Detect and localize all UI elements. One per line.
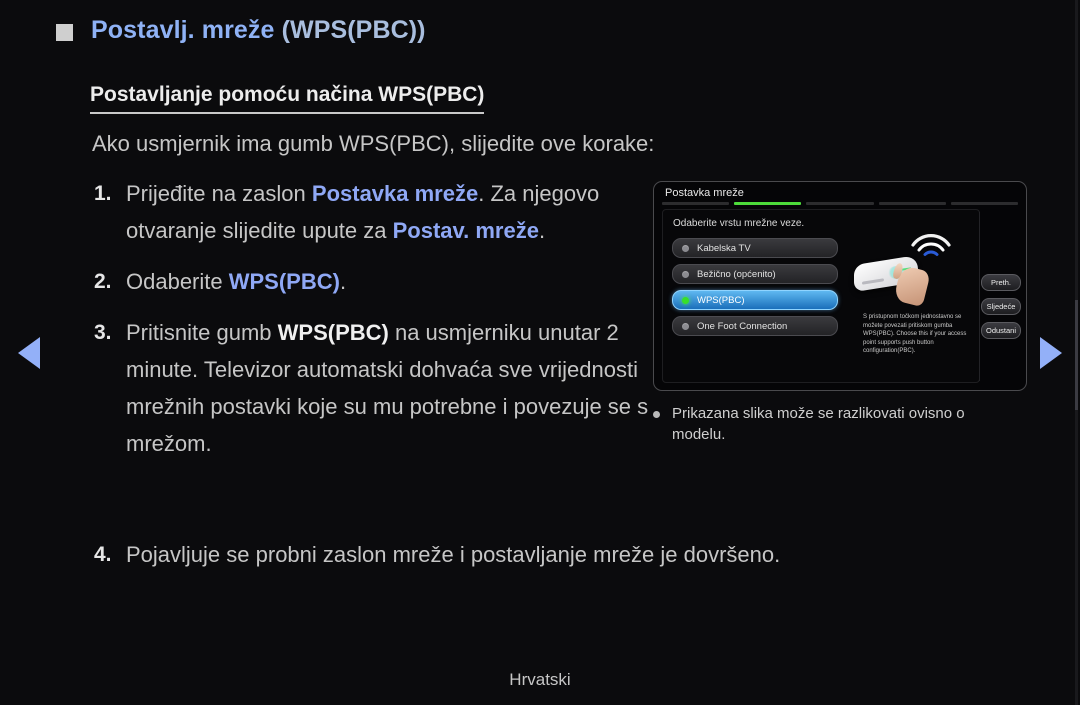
tv-menu-item-2[interactable]: Bežično (općenito) <box>672 264 838 284</box>
step-text: Odaberite WPS(PBC). <box>126 269 347 294</box>
tv-menu-item-label: WPS(PBC) <box>697 294 745 306</box>
step-text: Pritisnite gumb WPS(PBC) na usmjerniku u… <box>126 320 649 456</box>
step-item-3: 3. Pritisnite gumb WPS(PBC) na usmjerniku… <box>94 314 654 462</box>
tv-button-2[interactable]: Sljedeće <box>981 298 1021 315</box>
step-item-4: 4. Pojavljuje se probni zaslon mreže i p… <box>94 538 994 572</box>
triangle-left-icon[interactable] <box>18 337 40 369</box>
step-number: 2. <box>94 270 112 293</box>
tv-panel-title: Postavka mreže <box>665 187 744 199</box>
tv-description-text: S pristupnom točkom jednostavno se možet… <box>863 314 967 354</box>
caption-bullet-icon <box>653 411 660 418</box>
step-item-1: 1. Prijeđite na zaslon Postavka mreže. Za… <box>94 175 654 249</box>
tv-progress-tabbar <box>662 202 1019 205</box>
page-title-paren: (WPS(PBC)) <box>281 16 426 44</box>
footer-language-label: Hrvatski <box>509 670 571 689</box>
page-title: Postavlj. mreže (WPS(PBC)) <box>91 16 426 45</box>
page-title-main: Postavlj. mreže <box>91 16 282 44</box>
radio-unselected-icon <box>682 270 689 278</box>
radio-unselected-icon <box>682 322 689 330</box>
scrollbar-thumb[interactable] <box>1075 300 1078 410</box>
tv-tab-segment-4 <box>878 202 946 205</box>
tv-tab-segment-3 <box>806 202 874 205</box>
tv-content-area: Odaberite vrstu mrežne veze. Kabelska TV… <box>662 209 980 383</box>
tv-prompt-text: Odaberite vrstu mrežne veze. <box>673 218 805 229</box>
tv-screenshot-panel: Postavka mreže Odaberite vrstu mrežne ve… <box>653 181 1027 391</box>
tv-menu-item-label: Kabelska TV <box>697 242 751 254</box>
step-emphasis: Postav. mreže <box>392 218 539 243</box>
tv-button-column: Preth. Sljedeće Odustani <box>981 274 1021 346</box>
tv-tab-segment-2 <box>734 202 802 205</box>
tv-tab-segment-1 <box>662 202 730 205</box>
tv-menu-item-1[interactable]: Kabelska TV <box>672 238 838 258</box>
tv-tab-segment-5 <box>950 202 1019 205</box>
triangle-right-icon[interactable] <box>1040 337 1062 369</box>
intro-text: Ako usmjernik ima gumb WPS(PBC), slijedi… <box>92 131 655 156</box>
tv-menu-item-label: Bežično (općenito) <box>697 268 776 280</box>
tv-network-type-list: Kabelska TV Bežično (općenito) WPS(PBC) One… <box>672 238 838 342</box>
page-root: Postavlj. mreže (WPS(PBC)) Postavljanje … <box>0 0 1080 705</box>
tv-button-3[interactable]: Odustani <box>981 322 1021 339</box>
step-text: Pojavljuje se probni zaslon mreže i post… <box>126 542 781 567</box>
radio-unselected-icon <box>682 244 689 252</box>
router-with-hand-press-icon <box>848 232 966 308</box>
wifi-waves-icon <box>911 234 951 256</box>
tv-panel-divider <box>979 212 980 381</box>
step-emphasis: WPS(PBC) <box>228 269 340 294</box>
caption-text: Prikazana slika može se razlikovati ovis… <box>672 405 965 443</box>
radio-selected-icon <box>682 296 689 304</box>
step-emphasis: Postavka mreže <box>311 181 479 206</box>
tv-menu-item-4[interactable]: One Foot Connection <box>672 316 838 336</box>
tv-menu-item-3[interactable]: WPS(PBC) <box>672 290 838 310</box>
tv-button-1[interactable]: Preth. <box>981 274 1021 291</box>
steps-list: 1. Prijeđite na zaslon Postavka mreže. Za… <box>94 175 654 476</box>
step-number: 4. <box>94 543 112 566</box>
figure-caption: Prikazana slika može se razlikovati ovis… <box>653 403 1013 445</box>
scrollbar-track[interactable] <box>1075 0 1078 705</box>
step-emphasis: WPS(PBC) <box>277 320 389 345</box>
section-subtitle: Postavljanje pomoću načina WPS(PBC) <box>90 83 485 114</box>
step-item-2: 2. Odaberite WPS(PBC). <box>94 263 654 300</box>
square-bullet-icon <box>56 24 73 41</box>
step-number: 1. <box>94 182 112 205</box>
tv-menu-item-label: One Foot Connection <box>697 320 788 332</box>
step-text: Prijeđite na zaslon Postavka mreže. Za n… <box>126 181 600 243</box>
page-header: Postavlj. mreže (WPS(PBC)) <box>56 16 426 45</box>
step-number: 3. <box>94 321 112 344</box>
